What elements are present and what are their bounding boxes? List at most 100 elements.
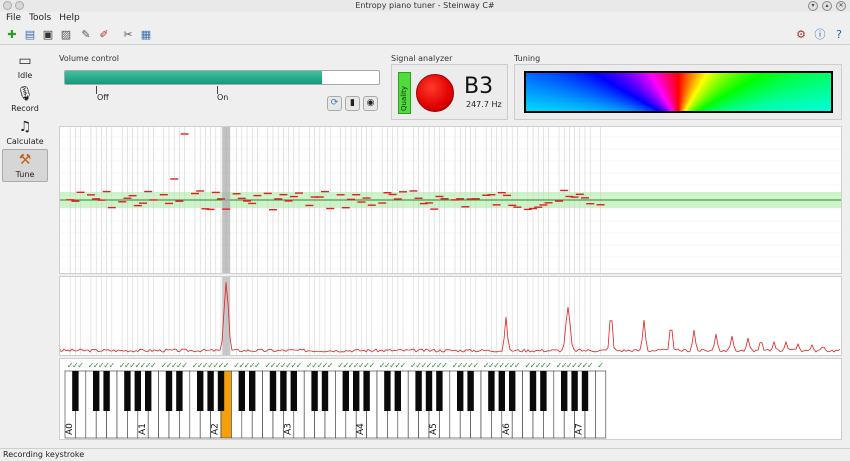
black-key <box>540 371 547 411</box>
mode-sidebar: ▭ Idle 🎙 Record ♫ Calculate ⚒ Tune <box>2 50 48 185</box>
maximize-icon[interactable]: ▴ <box>822 1 832 11</box>
pin-icon[interactable] <box>15 1 24 10</box>
black-key <box>249 371 256 411</box>
volume-level-fill <box>65 71 323 84</box>
status-bar: Recording keystroke <box>0 448 850 461</box>
octave-label: A7 <box>575 423 585 435</box>
octave-label: A5 <box>429 423 439 435</box>
black-key <box>561 371 568 411</box>
black-key <box>321 371 329 411</box>
audio-settings-icon[interactable]: ▦ <box>139 28 153 42</box>
black-key <box>207 371 214 411</box>
mode-calculate-label: Calculate <box>6 137 44 146</box>
octave-label: A4 <box>356 423 366 435</box>
quality-label: Quality <box>400 85 408 111</box>
menu-file[interactable]: File <box>6 12 21 25</box>
help-icon[interactable]: ? <box>832 28 846 42</box>
volume-title: Volume control <box>59 54 120 63</box>
selected-key-column <box>222 127 231 273</box>
check-icon: ✓ <box>181 361 188 370</box>
tuning-indicator <box>524 71 833 113</box>
mic-lock-button[interactable]: ▮ <box>345 96 360 111</box>
settings-icon[interactable]: ⚙ <box>794 28 808 42</box>
black-key <box>436 371 443 411</box>
mode-record-label: Record <box>11 104 39 113</box>
black-key <box>425 371 433 411</box>
quality-indicator: Quality <box>398 72 411 114</box>
check-icon: ✓ <box>327 361 334 370</box>
mode-tune-label: Tune <box>15 170 35 179</box>
black-key <box>93 371 100 411</box>
check-icon: ✓ <box>400 361 407 370</box>
new-file-icon[interactable]: ✚ <box>5 28 19 42</box>
black-key <box>134 371 141 411</box>
check-icon: ✓ <box>441 361 448 370</box>
info-icon[interactable]: ⓘ <box>813 28 827 42</box>
off-label: Off <box>97 93 109 102</box>
mode-idle[interactable]: ▭ Idle <box>2 50 48 83</box>
mode-tune[interactable]: ⚒ Tune <box>2 149 48 182</box>
keyboard-svg: ✓✓✓ ✓✓✓✓✓ ✓✓✓✓✓✓✓ ✓✓✓✓✓ ✓✓✓✓✓✓✓ ✓✓✓✓✓ ✓✓✓✓✓✓✓ ✓… <box>64 361 607 439</box>
minimize-icon[interactable]: ▾ <box>808 1 818 11</box>
black-key <box>290 371 297 411</box>
mode-calculate[interactable]: ♫ Calculate <box>2 116 48 149</box>
tuning-curve-graph[interactable] <box>59 126 842 274</box>
tuning-title: Tuning <box>514 54 541 63</box>
menu-tools[interactable]: Tools <box>29 12 51 25</box>
black-key <box>124 371 131 411</box>
black-key <box>311 371 318 411</box>
menu-help[interactable]: Help <box>59 12 80 25</box>
black-key <box>72 371 79 411</box>
open-file-icon[interactable]: ▤ <box>23 28 37 42</box>
signal-light <box>416 74 454 112</box>
black-key <box>353 371 360 411</box>
check-icon: ✓ <box>254 361 261 370</box>
black-key <box>217 371 225 411</box>
check-icon: ✓ <box>296 361 303 370</box>
black-key <box>488 371 495 411</box>
check-icon: ✓ <box>514 361 521 370</box>
tools-icon[interactable]: ✂ <box>121 28 135 42</box>
check-icon: ✓ <box>223 361 230 370</box>
on-label: On <box>217 93 229 102</box>
tuning-hammer-icon: ⚒ <box>18 152 32 168</box>
save-icon[interactable]: ▣ <box>41 28 55 42</box>
mode-record[interactable]: 🎙 Record <box>2 83 48 116</box>
app-menu-icon[interactable] <box>3 1 12 10</box>
frequency-readout: 247.7 Hz <box>466 100 502 109</box>
black-key <box>197 371 204 411</box>
black-key <box>103 371 110 411</box>
edit-icon[interactable]: ✎ <box>79 28 93 42</box>
black-key <box>394 371 401 411</box>
black-key <box>457 371 464 411</box>
check-icon: ✓ <box>587 361 594 370</box>
toolbar: ✚ ▤ ▣ ▨ ✎ ✐ ✂ ▦ ⚙ ⓘ ? <box>0 25 850 45</box>
black-key <box>238 371 245 411</box>
black-key <box>498 371 505 411</box>
save-as-icon[interactable]: ▨ <box>59 28 73 42</box>
white-key <box>595 370 607 439</box>
black-key <box>529 371 537 411</box>
mute-button[interactable]: ◉ <box>363 96 378 111</box>
spectrum-graph <box>59 276 842 356</box>
octave-label: A3 <box>283 423 293 435</box>
black-key <box>280 371 287 411</box>
black-key <box>145 371 152 411</box>
spectrum-svg <box>60 277 841 355</box>
black-key <box>269 371 277 411</box>
octave-label: A0 <box>65 423 75 435</box>
octave-label: A2 <box>211 423 221 435</box>
black-key <box>467 371 474 411</box>
check-icon: ✓ <box>108 361 115 370</box>
close-icon[interactable]: ✕ <box>836 1 846 11</box>
refresh-button[interactable]: ⟳ <box>327 96 342 111</box>
black-key <box>342 371 349 411</box>
check-icon: ✓ <box>77 361 84 370</box>
black-key <box>509 371 516 411</box>
black-key <box>165 371 173 411</box>
black-key <box>415 371 422 411</box>
title-bar: Entropy piano tuner - Steinway C# ▾ ▴ ✕ <box>0 0 850 12</box>
piano-keyboard[interactable]: ✓ ✓ ✓ ✓ ✓ ✓ ✓ ✓ ✓ ✓ ✓ ✓ ✓ ✓ ✓ ✓ ✓ ✓ ✓ ✓ ✓ ✓ ✓ ✓ ✓ ✓ ✓ ✓ ✓ ✓ ✓ ✓ ✓ ✓ ✓ ✓ ✓ ✓ ✓ ✓… <box>59 358 842 440</box>
black-key <box>176 371 183 411</box>
clear-icon[interactable]: ✐ <box>97 28 111 42</box>
